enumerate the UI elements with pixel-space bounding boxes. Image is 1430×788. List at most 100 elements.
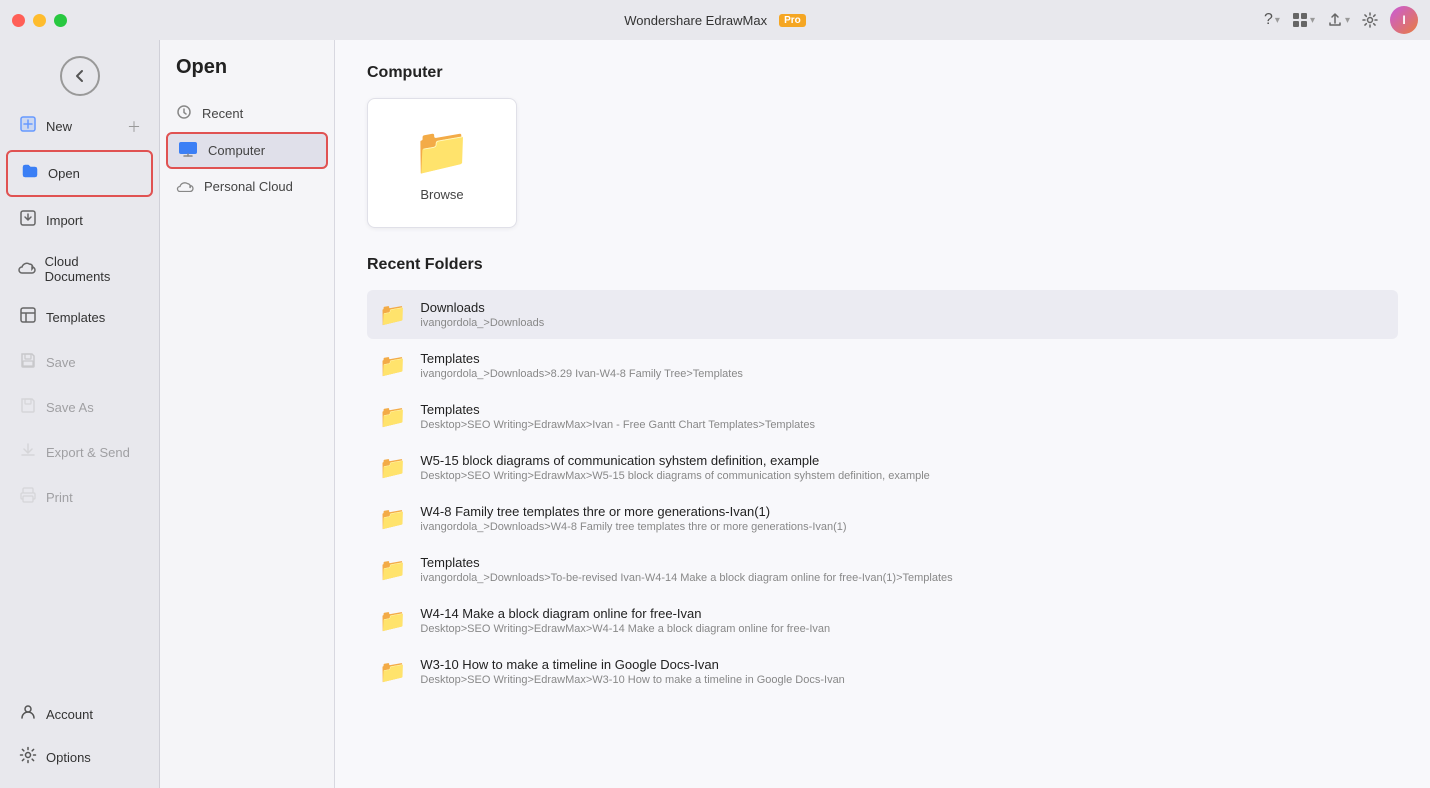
new-plus-icon: ＋: [127, 117, 141, 137]
folder-icon-templates-3: 📁: [379, 557, 406, 583]
folder-name-downloads: Downloads: [420, 300, 544, 315]
browse-card[interactable]: 📁 Browse: [367, 98, 517, 228]
titlebar-actions: ? ▾ ▾ ▾ I: [1264, 6, 1418, 34]
pro-badge: Pro: [779, 14, 806, 27]
sidebar-item-account-label: Account: [46, 707, 93, 722]
app-body: New ＋ Open Import: [0, 40, 1430, 788]
folder-path-templates-2: Desktop>SEO Writing>EdrawMax>Ivan - Free…: [420, 419, 815, 431]
folder-row-templates-1[interactable]: 📁 Templates ivangordola_>Downloads>8.29 …: [367, 341, 1398, 390]
sidebar-item-print: Print: [6, 476, 153, 519]
computer-section-title: Computer: [367, 64, 1398, 82]
sidebar-item-save-as: Save As: [6, 386, 153, 429]
new-icon: [18, 115, 38, 138]
folder-name-w4-8: W4-8 Family tree templates thre or more …: [420, 504, 846, 519]
avatar[interactable]: I: [1390, 6, 1418, 34]
folder-name-templates-2: Templates: [420, 402, 815, 417]
folder-path-w5-15: Desktop>SEO Writing>EdrawMax>W5-15 block…: [420, 470, 929, 482]
sidebar-item-import-label: Import: [46, 213, 83, 228]
sidebar-item-save-label: Save: [46, 355, 76, 370]
open-panel-recent[interactable]: Recent: [160, 95, 334, 132]
folder-path-downloads: ivangordola_>Downloads: [420, 317, 544, 329]
back-button[interactable]: [60, 56, 100, 96]
settings-icon[interactable]: [1362, 12, 1378, 28]
folder-row-downloads[interactable]: 📁 Downloads ivangordola_>Downloads: [367, 290, 1398, 339]
folder-name-templates-1: Templates: [420, 351, 743, 366]
open-panel-computer[interactable]: Computer: [166, 132, 328, 169]
folder-name-templates-3: Templates: [420, 555, 952, 570]
traffic-lights: [12, 14, 67, 27]
sidebar: New ＋ Open Import: [0, 40, 160, 788]
open-icon: [20, 162, 40, 185]
templates-icon: [18, 306, 38, 329]
maximize-button[interactable]: [54, 14, 67, 27]
folder-name-w3-10: W3-10 How to make a timeline in Google D…: [420, 657, 844, 672]
options-icon: [18, 746, 38, 769]
folder-path-w4-8: ivangordola_>Downloads>W4-8 Family tree …: [420, 521, 846, 533]
sidebar-item-new[interactable]: New ＋: [6, 105, 153, 148]
save-icon: [18, 351, 38, 374]
folder-icon-w4-8: 📁: [379, 506, 406, 532]
open-panel-title: Open: [160, 56, 334, 95]
recent-folders-list: 📁 Downloads ivangordola_>Downloads 📁 Tem…: [367, 290, 1398, 696]
folder-icon-large: 📁: [413, 124, 470, 179]
browse-label: Browse: [420, 187, 463, 202]
open-panel-computer-label: Computer: [208, 143, 265, 158]
sidebar-item-templates-label: Templates: [46, 310, 105, 325]
folder-icon-templates-1: 📁: [379, 353, 406, 379]
folder-name-w5-15: W5-15 block diagrams of communication sy…: [420, 453, 929, 468]
titlebar-title: Wondershare EdrawMax Pro: [624, 13, 806, 28]
share-icon[interactable]: ▾: [1327, 12, 1350, 28]
sidebar-item-new-label: New: [46, 119, 72, 134]
sidebar-item-print-label: Print: [46, 490, 73, 505]
main-area: Computer 📁 Browse Recent Folders 📁 Downl…: [335, 40, 1430, 788]
sidebar-item-import[interactable]: Import: [6, 199, 153, 242]
account-icon: [18, 703, 38, 726]
sidebar-item-save: Save: [6, 341, 153, 384]
personal-cloud-icon: [176, 178, 194, 195]
minimize-button[interactable]: [33, 14, 46, 27]
sidebar-item-open[interactable]: Open: [6, 150, 153, 197]
cloud-docs-icon: [18, 258, 37, 281]
help-icon[interactable]: ? ▾: [1264, 11, 1280, 29]
folder-row-templates-3[interactable]: 📁 Templates ivangordola_>Downloads>To-be…: [367, 545, 1398, 594]
recent-folders-title: Recent Folders: [367, 256, 1398, 274]
sidebar-item-export-label: Export & Send: [46, 445, 130, 460]
open-panel-cloud-label: Personal Cloud: [204, 179, 293, 194]
folder-row-w4-8[interactable]: 📁 W4-8 Family tree templates thre or mor…: [367, 494, 1398, 543]
open-panel-recent-label: Recent: [202, 106, 243, 121]
import-icon: [18, 209, 38, 232]
sidebar-item-templates[interactable]: Templates: [6, 296, 153, 339]
sidebar-item-cloud-label: Cloud Documents: [45, 254, 141, 284]
folder-path-templates-1: ivangordola_>Downloads>8.29 Ivan-W4-8 Fa…: [420, 368, 743, 380]
open-panel-personal-cloud[interactable]: Personal Cloud: [160, 169, 334, 204]
folder-icon-templates-2: 📁: [379, 404, 406, 430]
folder-name-w4-14: W4-14 Make a block diagram online for fr…: [420, 606, 830, 621]
sidebar-item-options-label: Options: [46, 750, 91, 765]
folder-path-templates-3: ivangordola_>Downloads>To-be-revised Iva…: [420, 572, 952, 584]
sidebar-item-save-as-label: Save As: [46, 400, 94, 415]
sidebar-item-cloud[interactable]: Cloud Documents: [6, 244, 153, 294]
folder-path-w4-14: Desktop>SEO Writing>EdrawMax>W4-14 Make …: [420, 623, 830, 635]
export-icon: [18, 441, 38, 464]
folder-icon-w5-15: 📁: [379, 455, 406, 481]
folder-row-w5-15[interactable]: 📁 W5-15 block diagrams of communication …: [367, 443, 1398, 492]
sidebar-item-export: Export & Send: [6, 431, 153, 474]
clock-icon: [176, 104, 192, 123]
save-as-icon: [18, 396, 38, 419]
computer-icon: [178, 141, 198, 160]
open-panel: Open Recent: [160, 40, 335, 788]
sidebar-item-account[interactable]: Account: [6, 693, 153, 734]
sidebar-item-options[interactable]: Options: [6, 736, 153, 779]
apps-icon[interactable]: ▾: [1292, 12, 1315, 28]
folder-icon-downloads: 📁: [379, 302, 406, 328]
folder-row-w4-14[interactable]: 📁 W4-14 Make a block diagram online for …: [367, 596, 1398, 645]
folder-icon-w3-10: 📁: [379, 659, 406, 685]
titlebar: Wondershare EdrawMax Pro ? ▾ ▾ ▾: [0, 0, 1430, 40]
folder-row-w3-10[interactable]: 📁 W3-10 How to make a timeline in Google…: [367, 647, 1398, 696]
close-button[interactable]: [12, 14, 25, 27]
content-area: Open Recent: [160, 40, 1430, 788]
folder-icon-w4-14: 📁: [379, 608, 406, 634]
print-icon: [18, 486, 38, 509]
folder-row-templates-2[interactable]: 📁 Templates Desktop>SEO Writing>EdrawMax…: [367, 392, 1398, 441]
folder-path-w3-10: Desktop>SEO Writing>EdrawMax>W3-10 How t…: [420, 674, 844, 686]
